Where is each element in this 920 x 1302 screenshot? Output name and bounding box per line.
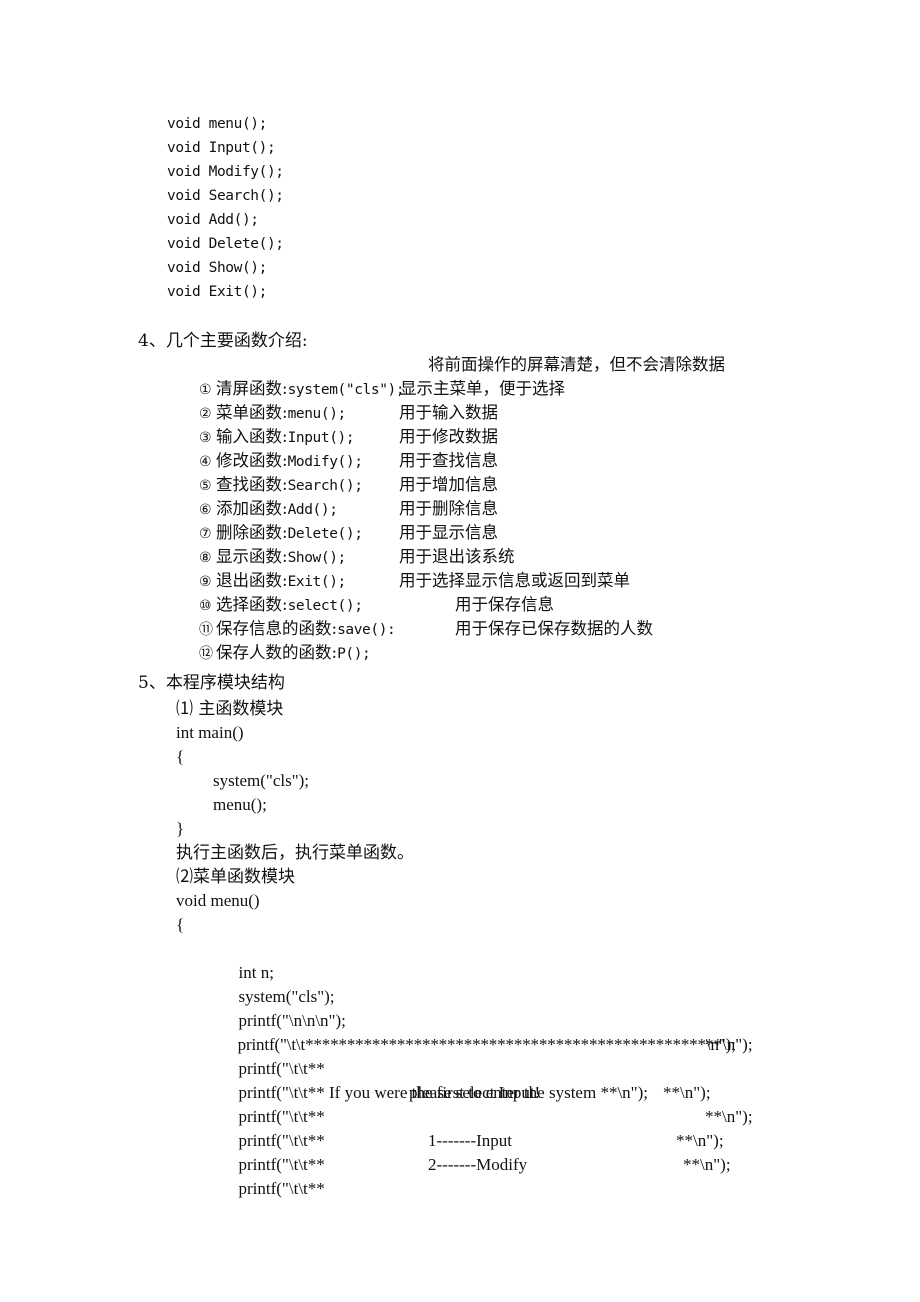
code-line: int n; [213, 937, 274, 982]
function-item: ⑫ 保存人数的函数:P(); 用于保存已保存数据的人数 [175, 617, 653, 662]
code-line: printf("\t\t** 2-------Modify **\n"); [213, 1153, 731, 1198]
function-description: 用于查找信息 [399, 451, 498, 470]
function-item: ⑥ 添加函数:Add(); 用于增加信息 [175, 473, 498, 518]
code-line: menu(); [213, 795, 267, 814]
function-description: 用于显示信息 [399, 523, 498, 542]
function-item: ⑧ 显示函数:Show(); 用于显示信息 [175, 521, 498, 566]
code-line: printf("\t\t** If you were the first to … [213, 1057, 649, 1102]
document-page: void menu(); void Input(); void Modify()… [0, 0, 920, 1302]
declaration-line: void Show(); [167, 260, 267, 276]
code-end: **\n"); [705, 1107, 753, 1126]
code-middle: 2-------Modify [428, 1155, 528, 1174]
code-line: printf("\n\n\n"); [213, 985, 346, 1030]
function-item: ⑩ 选择函数:select(); 用于选择显示信息或返回到菜单 [175, 569, 630, 614]
menu-signature: void menu() [176, 891, 260, 910]
main-signature: int main() [176, 723, 244, 742]
declaration-line: void menu(); [167, 116, 267, 132]
code-middle: please select Input! [409, 1083, 541, 1102]
declaration-line: void Add(); [167, 212, 259, 228]
section-5-heading: 5、本程序模块结构 [138, 673, 285, 693]
function-item: ⑨ 退出函数:Exit(); 用于退出该系统 [175, 545, 515, 590]
function-description: 用于选择显示信息或返回到菜单 [399, 571, 630, 590]
function-item: ⑤ 查找函数:Search(); 用于查找信息 [175, 449, 498, 494]
menu-open-brace: { [176, 915, 185, 934]
section-4-heading: 4、几个主要函数介绍: [138, 331, 308, 351]
code-middle: 1-------Input [428, 1131, 513, 1150]
declaration-line: void Delete(); [167, 236, 284, 252]
function-description: 用于保存信息 [455, 595, 554, 614]
function-label: 保存人数的函数: [216, 643, 338, 662]
function-item: ④ 修改函数:Modify(); 用于修改数据 [175, 425, 498, 470]
main-module-title: ⑴ 主函数模块 [176, 699, 284, 719]
main-note: 执行主函数后，执行菜单函数。 [176, 843, 414, 863]
function-item: ② 菜单函数:menu(); 显示主菜单，便于选择 [175, 377, 565, 422]
declaration-line: void Modify(); [167, 164, 284, 180]
code-end: **\n"); [663, 1083, 711, 1102]
function-description: 用于保存已保存数据的人数 [455, 619, 653, 638]
function-description: 用于删除信息 [399, 499, 498, 518]
item-number: ⑫ [199, 646, 213, 662]
code-end: **\n"); [705, 1035, 753, 1054]
function-item: ⑦ 删除函数:Delete(); 用于删除信息 [175, 497, 498, 542]
main-close-brace: } [176, 819, 185, 838]
code-line: printf("\t\t** please select Input! **\n… [213, 1081, 711, 1126]
code-end: **\n"); [676, 1131, 724, 1150]
declaration-line: void Input(); [167, 140, 276, 156]
code-line: printf("\t\t** 1-------Input **\n"); [213, 1129, 724, 1174]
function-item: ③ 输入函数:Input(); 用于输入数据 [175, 401, 498, 446]
code-line: printf("\t\t****************************… [213, 1009, 736, 1054]
code-line: system("cls"); [213, 771, 310, 790]
function-description: 用于输入数据 [399, 403, 498, 422]
code-start: printf("\t\t** [238, 1179, 325, 1198]
declaration-line: void Search(); [167, 188, 284, 204]
main-open-brace: { [176, 747, 185, 766]
code-line: printf("\t\t** **\n"); [213, 1105, 753, 1150]
declaration-line: void Exit(); [167, 284, 267, 300]
function-item: ① 清屏函数:system("cls"); 将前面操作的屏幕清楚，但不会清除数据 [175, 353, 725, 398]
function-description: 显示主菜单，便于选择 [400, 379, 565, 398]
function-description: 用于退出该系统 [399, 547, 515, 566]
function-description: 用于增加信息 [399, 475, 498, 494]
code-end: **\n"); [683, 1155, 731, 1174]
function-description: 将前面操作的屏幕清楚，但不会清除数据 [428, 355, 725, 374]
code-line: printf("\t\t** **\n"); [213, 1033, 753, 1078]
function-call: P(); [337, 646, 371, 662]
function-item: ⑪ 保存信息的函数:save(): 用于保存信息 [175, 593, 554, 638]
code-line: system("cls"); [213, 961, 335, 1006]
function-description: 用于修改数据 [399, 427, 498, 446]
menu-module-title: ⑵菜单函数模块 [176, 867, 295, 887]
